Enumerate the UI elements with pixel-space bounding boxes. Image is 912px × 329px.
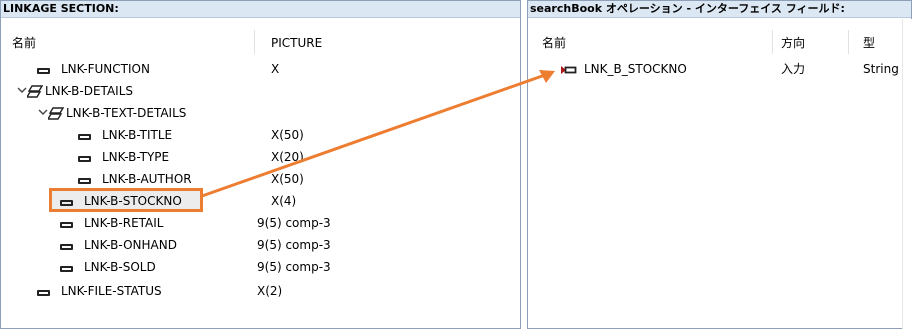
mapping-arrow (201, 70, 555, 198)
